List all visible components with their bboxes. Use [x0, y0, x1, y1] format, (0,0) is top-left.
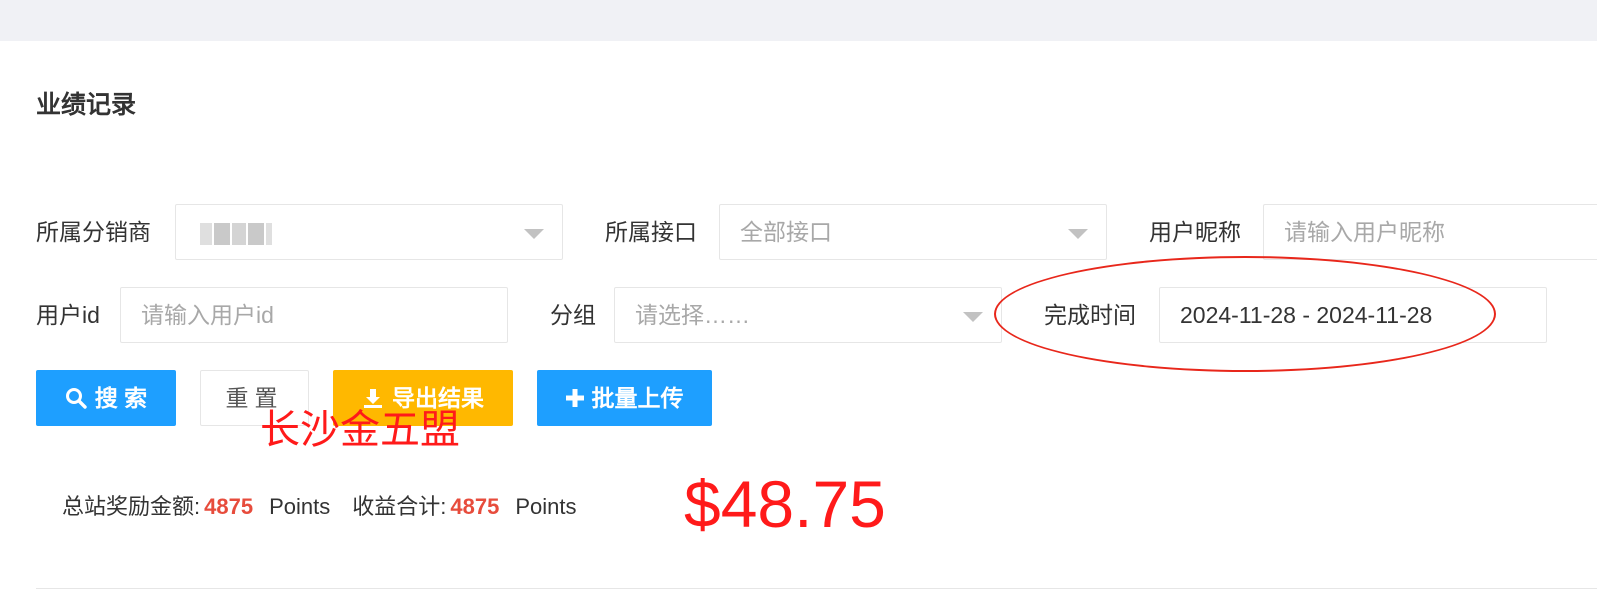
annotation-red-text: 长沙金五盟 — [260, 408, 460, 452]
interface-select[interactable]: 全部接口 — [719, 204, 1107, 260]
search-button-label: 搜 索 — [94, 385, 148, 411]
total-reward-label: 总站奖励金额: — [62, 494, 201, 519]
userid-input[interactable]: 请输入用户id — [120, 287, 508, 343]
distributor-label: 所属分销商 — [36, 219, 151, 245]
userid-label: 用户id — [36, 302, 100, 328]
distributor-select[interactable] — [175, 204, 563, 260]
income-unit: Points — [515, 494, 577, 519]
time-range-input[interactable]: 2024-11-28 - 2024-11-28 — [1159, 287, 1547, 343]
search-button[interactable]: 搜 索 — [36, 370, 176, 426]
userid-placeholder: 请输入用户id — [141, 302, 274, 328]
interface-label: 所属接口 — [605, 219, 697, 245]
nickname-placeholder: 请输入用户昵称 — [1284, 219, 1445, 245]
group-select[interactable]: 请选择…… — [614, 287, 1002, 343]
divider — [36, 588, 1597, 589]
group-label: 分组 — [550, 302, 596, 328]
income-value: 4875 — [450, 494, 500, 519]
summary-row: 总站奖励金额: 4875 Points 收益合计: 4875 Points — [62, 492, 598, 522]
chevron-down-icon — [963, 312, 983, 322]
page-title: 业绩记录 — [36, 91, 137, 119]
batch-upload-button-label: 批量上传 — [591, 385, 684, 411]
time-label: 完成时间 — [1044, 302, 1136, 328]
nickname-input[interactable]: 请输入用户昵称 — [1263, 204, 1597, 260]
batch-upload-button[interactable]: 批量上传 — [537, 370, 712, 426]
plus-icon — [565, 389, 584, 407]
blurred-distributor-value — [200, 223, 272, 245]
chevron-down-icon — [524, 229, 544, 239]
total-reward-value: 4875 — [204, 494, 254, 519]
search-icon — [65, 387, 87, 409]
interface-select-value: 全部接口 — [740, 219, 832, 245]
annotation-amount: $48.75 — [684, 467, 886, 541]
chevron-down-icon — [1068, 229, 1088, 239]
income-label: 收益合计: — [352, 494, 447, 519]
top-bar — [0, 0, 1597, 41]
nickname-label: 用户昵称 — [1149, 219, 1241, 245]
total-reward-unit: Points — [269, 494, 331, 519]
group-placeholder: 请选择…… — [635, 302, 750, 328]
time-range-value: 2024-11-28 - 2024-11-28 — [1180, 302, 1433, 328]
